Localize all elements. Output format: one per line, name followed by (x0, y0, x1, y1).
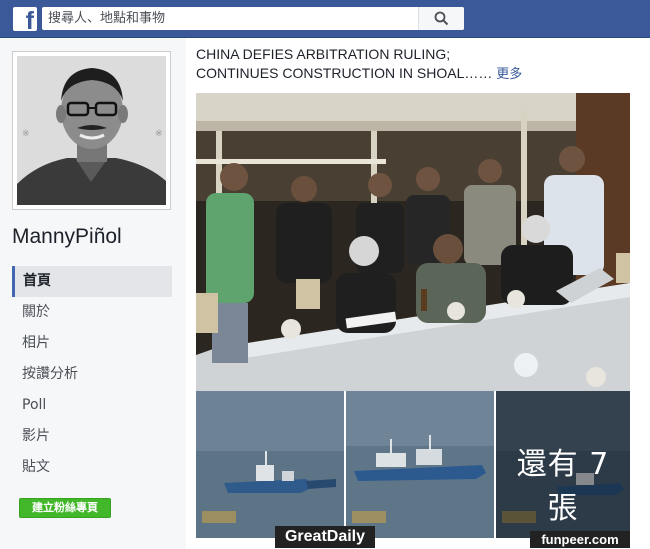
post-photo-2[interactable] (196, 391, 344, 538)
search-button[interactable] (418, 7, 464, 30)
post-card: CHINA DEFIES ARBITRATION RULING; CONTINU… (186, 38, 650, 549)
search-input[interactable] (42, 7, 422, 30)
profile-picture[interactable]: ※ ※ (12, 51, 171, 210)
nav-item-photos[interactable]: 相片 (12, 328, 172, 359)
facebook-logo-icon[interactable]: f (13, 7, 37, 34)
search-icon (434, 11, 449, 26)
page-nav: 首頁 關於 相片 按讚分析 Poll 影片 貼文 (12, 266, 172, 483)
post-text-ellipsis: …… (464, 65, 493, 81)
svg-text:※: ※ (22, 129, 30, 139)
watermark-left: GreatDaily (275, 526, 375, 548)
left-sidebar: ※ ※ MannyPiñol 首頁 關於 相片 按讚分析 Poll 影片 貼文 … (0, 38, 186, 549)
post-text-line-2: CONTINUES CONSTRUCTION IN SHOAL…… 更多 (196, 64, 636, 84)
more-photos-label: 還有 7 張 (516, 447, 610, 526)
watermark-right: funpeer.com (530, 531, 630, 548)
search-box (42, 7, 464, 30)
nav-item-posts[interactable]: 貼文 (12, 452, 172, 483)
create-page-button[interactable]: 建立粉絲專頁 (19, 498, 111, 518)
nav-item-home[interactable]: 首頁 (12, 266, 172, 297)
top-bar: f (0, 0, 650, 38)
see-more-link[interactable]: 更多 (496, 67, 522, 82)
svg-text:※: ※ (155, 129, 163, 139)
page-name[interactable]: MannyPiñol (12, 225, 122, 249)
ship-photo (196, 391, 344, 538)
post-photo-3[interactable] (346, 391, 494, 538)
post-text-line-1: CHINA DEFIES ARBITRATION RULING; (196, 46, 451, 62)
nav-item-about[interactable]: 關於 (12, 297, 172, 328)
post-photo-4[interactable]: 還有 7 張 (496, 391, 630, 538)
post-text: CHINA DEFIES ARBITRATION RULING; CONTINU… (196, 45, 636, 84)
post-text-line-2-body: CONTINUES CONSTRUCTION IN SHOAL (196, 65, 465, 81)
nav-item-likes[interactable]: 按讚分析 (12, 359, 172, 390)
meeting-photo (196, 93, 630, 391)
nav-item-videos[interactable]: 影片 (12, 421, 172, 452)
nav-item-poll[interactable]: Poll (12, 390, 172, 421)
ship-photo (346, 391, 494, 538)
post-photo-main[interactable] (196, 93, 630, 391)
avatar: ※ ※ (17, 56, 166, 205)
